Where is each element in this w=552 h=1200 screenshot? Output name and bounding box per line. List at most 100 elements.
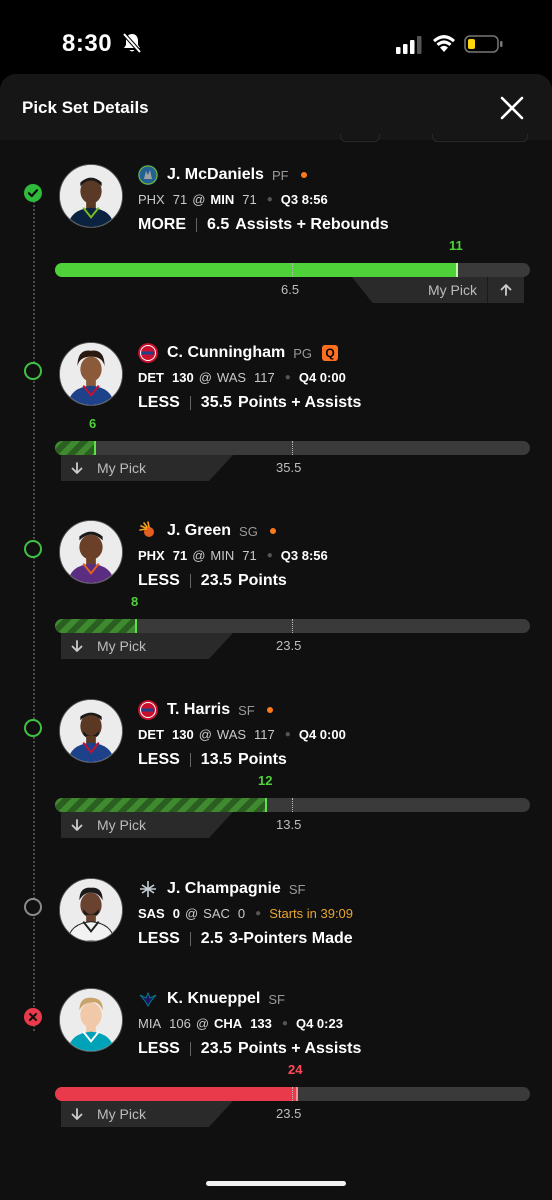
game-info: SAS 0 @ SAC 0 ● Starts in 39:09 xyxy=(138,905,354,921)
away-team: PHX xyxy=(138,547,165,563)
progress-bar xyxy=(55,798,530,812)
status-bar: 8:30 xyxy=(0,0,552,80)
pick-card[interactable]: J. Green SG PHX 71 @ MIN 71 ● Q3 8:56 LESS… xyxy=(0,498,552,668)
status-time: 8:30 xyxy=(62,30,113,57)
actual-marker xyxy=(456,263,458,277)
away-team: PHX xyxy=(138,191,165,207)
my-pick-label: My Pick xyxy=(428,282,477,298)
player-position: PF xyxy=(271,167,289,183)
player-position: SF xyxy=(288,881,306,897)
line-value-label: 23.5 xyxy=(276,638,302,653)
pick-card[interactable]: J. Champagnie SF SAS 0 @ SAC 0 ● Starts in… xyxy=(0,856,552,966)
home-team: SAC xyxy=(203,905,230,921)
actual-value: 24 xyxy=(288,1062,303,1077)
pick-card[interactable]: K. Knueppel SF MIA 106 @ CHA 133 ● Q4 0:23… xyxy=(0,966,552,1136)
live-indicator xyxy=(300,172,307,178)
progress-bar xyxy=(55,441,530,455)
pick-projection: LESS 2.5 3-Pointers Made xyxy=(138,928,353,950)
hornets-logo-icon xyxy=(138,989,158,1009)
arrow-down-icon xyxy=(71,640,83,652)
line-marker xyxy=(292,441,293,455)
line-marker xyxy=(292,1087,293,1101)
pick-stat: 3-Pointers Made xyxy=(229,930,353,947)
player-position: PG xyxy=(293,345,313,361)
pick-card[interactable]: T. Harris SF DET 130 @ WAS 117 ● Q4 0:00 L… xyxy=(0,677,552,847)
progress-fill xyxy=(55,1087,298,1101)
away-score: 130 xyxy=(172,369,194,385)
player-name: J. Champagnie xyxy=(167,880,281,897)
pick-projection: MORE 6.5 Assists + Rebounds xyxy=(138,214,389,236)
player-position: SF xyxy=(268,991,285,1007)
questionable-badge: Q xyxy=(322,345,339,361)
timberwolves-logo-icon xyxy=(138,165,158,185)
home-score: 71 xyxy=(242,191,257,207)
home-score: 133 xyxy=(250,1015,272,1031)
scrolled-content-edge xyxy=(340,134,380,142)
game-clock: Q3 8:56 xyxy=(280,547,328,563)
arrow-down-icon xyxy=(71,1108,83,1120)
actual-marker xyxy=(296,1087,298,1101)
away-score: 71 xyxy=(172,547,188,563)
my-pick-label: My Pick xyxy=(97,817,146,833)
player-name: J. Green xyxy=(167,522,232,539)
player-headshot xyxy=(59,878,123,942)
pick-line: 35.5 xyxy=(200,394,232,411)
home-score: 117 xyxy=(254,369,275,385)
away-team: DET xyxy=(138,369,164,385)
pick-line: 13.5 xyxy=(200,751,232,768)
pick-direction: LESS xyxy=(138,751,180,768)
progress-bar xyxy=(55,1087,530,1101)
pick-card[interactable]: C. Cunningham PG Q DET 130 @ WAS 117 ● Q4 … xyxy=(0,320,552,490)
home-team: WAS xyxy=(216,726,247,742)
player-headshot xyxy=(59,699,123,763)
player-headshot xyxy=(59,988,123,1052)
my-pick-indicator: My Pick xyxy=(352,277,524,303)
progress-bar xyxy=(55,619,530,633)
bell-muted-icon xyxy=(122,32,142,54)
arrow-up-icon xyxy=(500,284,512,296)
actual-value: 8 xyxy=(131,594,139,609)
my-pick-label: My Pick xyxy=(97,1106,146,1122)
game-clock: Q4 0:00 xyxy=(298,726,346,742)
suns-logo-icon xyxy=(138,521,158,541)
line-value-label: 13.5 xyxy=(276,817,302,832)
line-value-label: 35.5 xyxy=(276,460,302,475)
check-icon xyxy=(27,189,39,198)
my-pick-indicator: My Pick xyxy=(61,455,233,481)
away-team: DET xyxy=(138,726,164,742)
arrow-down-icon xyxy=(71,819,83,831)
pick-open-status xyxy=(24,362,42,380)
pick-miss-status xyxy=(24,1008,42,1026)
player-name: C. Cunningham xyxy=(167,344,286,361)
pick-projection: LESS 13.5 Points xyxy=(138,749,287,771)
player-position: SG xyxy=(239,523,258,539)
line-marker xyxy=(292,798,293,812)
pick-pending-status xyxy=(24,898,42,916)
home-indicator[interactable] xyxy=(206,1181,346,1186)
actual-marker xyxy=(265,798,267,812)
my-pick-label: My Pick xyxy=(97,638,146,654)
game-info: PHX 71 @ MIN 71 ● Q3 8:56 xyxy=(138,191,328,207)
pick-direction: LESS xyxy=(138,930,180,947)
player-headshot xyxy=(59,520,123,584)
x-icon xyxy=(29,1013,37,1021)
pick-direction: LESS xyxy=(138,572,180,589)
pick-line: 23.5 xyxy=(200,572,232,589)
pick-stat: Points + Assists xyxy=(237,1040,362,1057)
home-team: MIN xyxy=(210,191,235,207)
game-clock: Q4 0:23 xyxy=(295,1015,343,1031)
close-button[interactable] xyxy=(498,94,526,122)
line-marker xyxy=(292,263,293,277)
away-score: 130 xyxy=(172,726,194,742)
pick-card[interactable]: J. McDaniels PF PHX 71 @ MIN 71 ● Q3 8:56 … xyxy=(0,142,552,312)
player-headshot xyxy=(59,164,123,228)
player-name: K. Knueppel xyxy=(167,990,261,1007)
pick-direction: MORE xyxy=(138,216,186,233)
pistons-logo-icon xyxy=(138,343,158,363)
my-pick-indicator: My Pick xyxy=(61,1101,233,1127)
my-pick-label: My Pick xyxy=(97,460,146,476)
pick-projection: LESS 23.5 Points xyxy=(138,570,287,592)
home-score: 117 xyxy=(254,726,275,742)
sheet-header: Pick Set Details xyxy=(0,74,552,140)
home-team: MIN xyxy=(210,547,235,563)
